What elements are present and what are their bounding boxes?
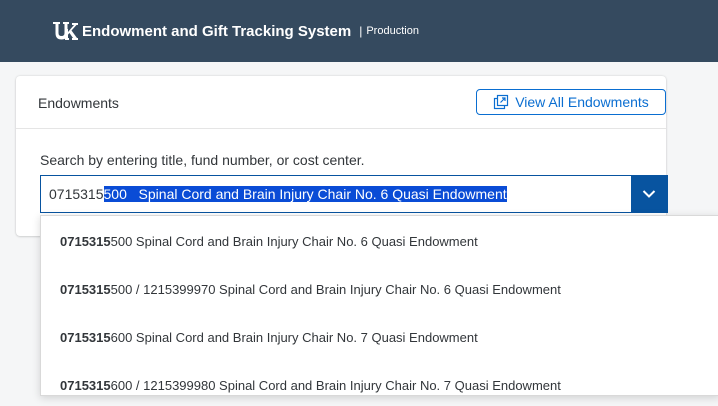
card-title: Endowments <box>38 95 119 111</box>
app-title: Endowment and Gift Tracking System <box>82 22 352 40</box>
title-separator: | <box>359 24 363 38</box>
autocomplete-selection: 500 Spinal Cord and Brain Injury Chair N… <box>103 186 507 202</box>
endowment-search-combobox[interactable]: 0715315500 Spinal Cord and Brain Injury … <box>40 175 668 213</box>
suggestion-item[interactable]: 0715315600 / 1215399980 Spinal Cord and … <box>41 366 718 406</box>
view-all-label: View All Endowments <box>515 94 649 110</box>
card-header: Endowments View All Endowments <box>16 76 666 129</box>
suggestion-text: 600 Spinal Cord and Brain Injury Chair N… <box>110 330 478 345</box>
view-all-endowments-button[interactable]: View All Endowments <box>476 89 666 115</box>
suggestion-match: 0715315 <box>60 330 111 345</box>
suggestion-item[interactable]: 0715315600 Spinal Cord and Brain Injury … <box>41 318 718 358</box>
suggestion-match: 0715315 <box>60 378 111 393</box>
search-label: Search by entering title, fund number, o… <box>40 152 365 168</box>
open-external-icon <box>494 94 509 110</box>
typed-text: 0715315 <box>49 186 104 202</box>
suggestion-item[interactable]: 0715315500 / 1215399970 Spinal Cord and … <box>41 270 718 310</box>
suggestion-item[interactable]: 0715315500 Spinal Cord and Brain Injury … <box>41 222 718 262</box>
suggestion-list: 0715315500 Spinal Cord and Brain Injury … <box>40 215 718 396</box>
suggestion-match: 0715315 <box>60 282 111 297</box>
shell-bar: Endowment and Gift Tracking System | Pro… <box>0 0 718 62</box>
search-input[interactable]: 0715315500 Spinal Cord and Brain Injury … <box>49 186 507 202</box>
environment-label: Production <box>366 25 419 37</box>
chevron-down-icon <box>642 190 656 198</box>
suggestion-text: 500 / 1215399970 Spinal Cord and Brain I… <box>110 282 561 297</box>
uk-logo-icon[interactable] <box>52 20 78 42</box>
suggestion-text: 500 Spinal Cord and Brain Injury Chair N… <box>110 234 478 249</box>
suggestion-match: 0715315 <box>60 234 111 249</box>
dropdown-toggle-button[interactable] <box>631 176 667 212</box>
suggestion-text: 600 / 1215399980 Spinal Cord and Brain I… <box>110 378 561 393</box>
